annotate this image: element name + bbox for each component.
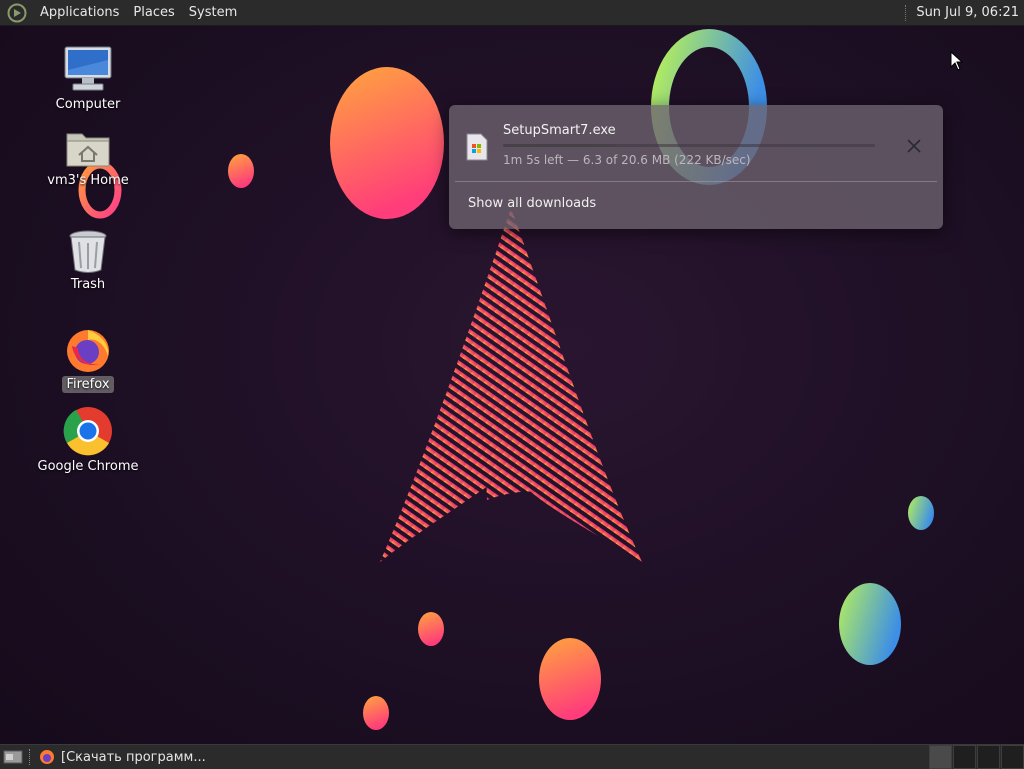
desktop-icon-home[interactable]: vm3's Home (33, 128, 143, 189)
top-panel: Applications Places System Sun Jul 9, 06… (0, 0, 1024, 26)
taskbar-window-title: [Скачать программ... (61, 749, 206, 765)
mouse-cursor-icon (950, 51, 964, 71)
desktop-icon-trash[interactable]: Trash (33, 228, 143, 293)
download-status: 1m 5s left — 6.3 of 20.6 MB (222 KB/sec) (503, 153, 751, 167)
download-progress-fill (503, 144, 617, 147)
show-all-downloads-link[interactable]: Show all downloads (468, 196, 596, 211)
desktop-icon-label: vm3's Home (47, 173, 129, 188)
panel-separator (905, 4, 908, 21)
firefox-icon (40, 750, 54, 764)
desktop-icon-chrome[interactable]: Google Chrome (33, 406, 143, 475)
desktop-icon-label: Computer (55, 97, 121, 112)
download-progress-bar (503, 144, 875, 147)
workspace-2[interactable] (953, 745, 976, 769)
desktop-icon-firefox[interactable]: Firefox (33, 326, 143, 393)
desktop-icon-label: Trash (70, 277, 106, 292)
trash-icon (69, 230, 107, 273)
workspace-1[interactable] (929, 745, 952, 769)
workspace-3[interactable] (977, 745, 1000, 769)
show-desktop-icon[interactable] (3, 749, 23, 765)
download-popup: SetupSmart7.exe 1m 5s left — 6.3 of 20.6… (449, 105, 943, 229)
chrome-icon (63, 407, 112, 456)
desktop-icon-label: Firefox (62, 376, 114, 393)
clock[interactable]: Sun Jul 9, 06:21 (916, 5, 1024, 20)
computer-icon (64, 46, 112, 91)
system-menu[interactable]: System (182, 0, 244, 25)
desktop-icon-computer[interactable]: Computer (33, 44, 143, 113)
download-filename[interactable]: SetupSmart7.exe (503, 123, 616, 138)
distro-logo-icon[interactable] (7, 3, 27, 23)
bottom-panel: [Скачать программ... (0, 744, 1024, 769)
taskbar-window-button[interactable]: [Скачать программ... (39, 746, 206, 768)
places-menu[interactable]: Places (126, 0, 181, 25)
firefox-icon (67, 330, 109, 372)
exe-file-icon (466, 133, 488, 161)
panel-handle[interactable] (29, 749, 33, 765)
applications-menu[interactable]: Applications (33, 0, 126, 25)
home-folder-icon (66, 133, 110, 167)
workspace-switcher (928, 745, 1024, 769)
download-divider (455, 181, 937, 182)
panel-right-area: Sun Jul 9, 06:21 (905, 0, 1024, 25)
workspace-4[interactable] (1001, 745, 1024, 769)
desktop-icon-label: Google Chrome (37, 459, 139, 474)
close-icon[interactable] (905, 137, 923, 155)
